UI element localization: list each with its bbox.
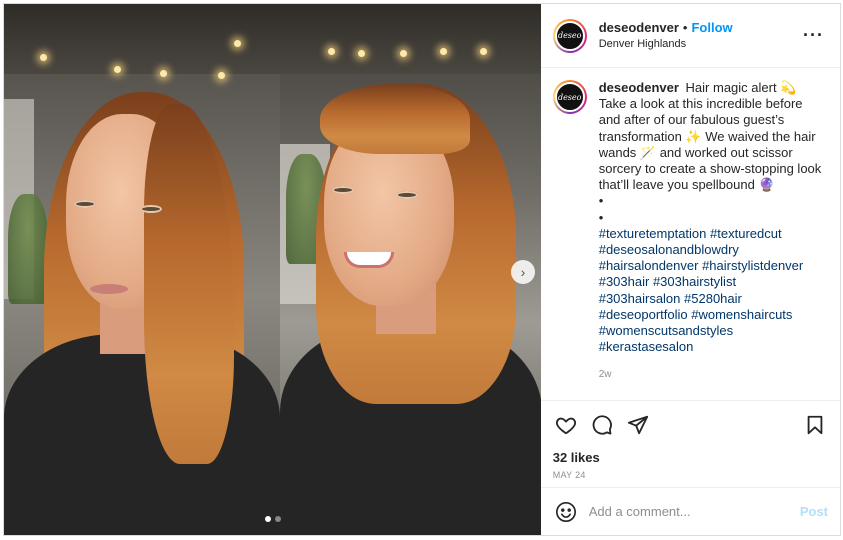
avatar[interactable]: deseo	[552, 18, 587, 53]
hashtag-link[interactable]: #texturetemptation	[599, 226, 707, 241]
hashtag-link[interactable]: #hairsalondenver	[599, 258, 699, 273]
caption-line: •	[598, 193, 604, 209]
heart-icon	[555, 417, 576, 434]
post-comment-button[interactable]: Post	[800, 504, 828, 519]
caption-line: Hair magic alert 💫	[685, 80, 797, 95]
carousel-dot	[275, 516, 281, 522]
separator-dot: •	[682, 19, 688, 35]
caption-line: Take a look at this incredible before an…	[598, 96, 822, 193]
instagram-post: › deseo deseodenver • Follow Denver Highla…	[3, 3, 841, 536]
carousel-dot	[265, 516, 271, 522]
like-button[interactable]	[551, 410, 581, 440]
follow-button[interactable]: Follow	[691, 20, 732, 35]
hashtag-link[interactable]: #kerastasesalon	[599, 339, 694, 354]
next-slide-button[interactable]: ›	[511, 260, 535, 284]
caption-line: •	[598, 209, 604, 225]
post-date: MAY 24	[552, 470, 586, 480]
post-media-carousel[interactable]: ›	[4, 4, 541, 535]
action-bar	[540, 400, 840, 448]
send-icon	[627, 415, 648, 434]
post-info-panel: deseo deseodenver • Follow Denver Highland…	[540, 4, 840, 535]
hashtag-list: #texturetemptation #texturedcut #deseosa…	[599, 226, 823, 356]
bookmark-icon	[807, 415, 823, 435]
hashtag-link[interactable]: #303hairstylist	[653, 274, 736, 289]
author-username[interactable]: deseodenver	[599, 20, 679, 35]
hashtag-link[interactable]: #5280hair	[684, 291, 742, 306]
hashtag-link[interactable]: #texturedcut	[710, 226, 782, 241]
comment-button[interactable]	[587, 410, 617, 440]
more-options-icon[interactable]: ···	[803, 26, 824, 44]
save-button[interactable]	[800, 410, 830, 440]
smiley-icon	[555, 501, 576, 522]
like-count[interactable]: 32 likes	[541, 448, 840, 468]
hashtag-link[interactable]: #hairstylistdenver	[702, 258, 803, 273]
caption-area: deseo deseodenver Hair magic alert 💫 Tak…	[541, 68, 840, 400]
post-caption: deseodenver Hair magic alert 💫 Take a lo…	[599, 80, 823, 400]
post-header: deseo deseodenver • Follow Denver Highland…	[540, 4, 840, 68]
avatar[interactable]: deseo	[552, 80, 587, 114]
caption-username[interactable]: deseodenver	[599, 80, 679, 95]
emoji-button[interactable]	[553, 499, 579, 525]
share-button[interactable]	[623, 410, 653, 440]
after-photo	[280, 4, 541, 535]
hashtag-link[interactable]: #303hair	[599, 274, 650, 289]
avatar-logo: deseo	[554, 82, 585, 112]
hashtag-link[interactable]: #womenshaircuts	[691, 307, 792, 322]
carousel-indicator	[265, 516, 281, 522]
comment-icon	[592, 414, 612, 435]
location-link[interactable]: Denver Highlands	[599, 36, 733, 53]
chevron-right-icon: ›	[520, 264, 526, 280]
avatar-logo: deseo	[554, 20, 585, 51]
comment-input[interactable]	[588, 504, 800, 519]
hashtag-link[interactable]: #womenscutsandstyles	[599, 323, 733, 338]
hashtag-link[interactable]: #303hairsalon	[599, 291, 681, 306]
hashtag-link[interactable]: #deseoportfolio	[599, 307, 688, 322]
before-photo	[4, 4, 280, 535]
hashtag-link[interactable]: #deseosalonandblowdry	[599, 242, 739, 257]
comment-bar: Post	[540, 487, 840, 535]
post-time-ago[interactable]: 2w	[599, 367, 823, 383]
